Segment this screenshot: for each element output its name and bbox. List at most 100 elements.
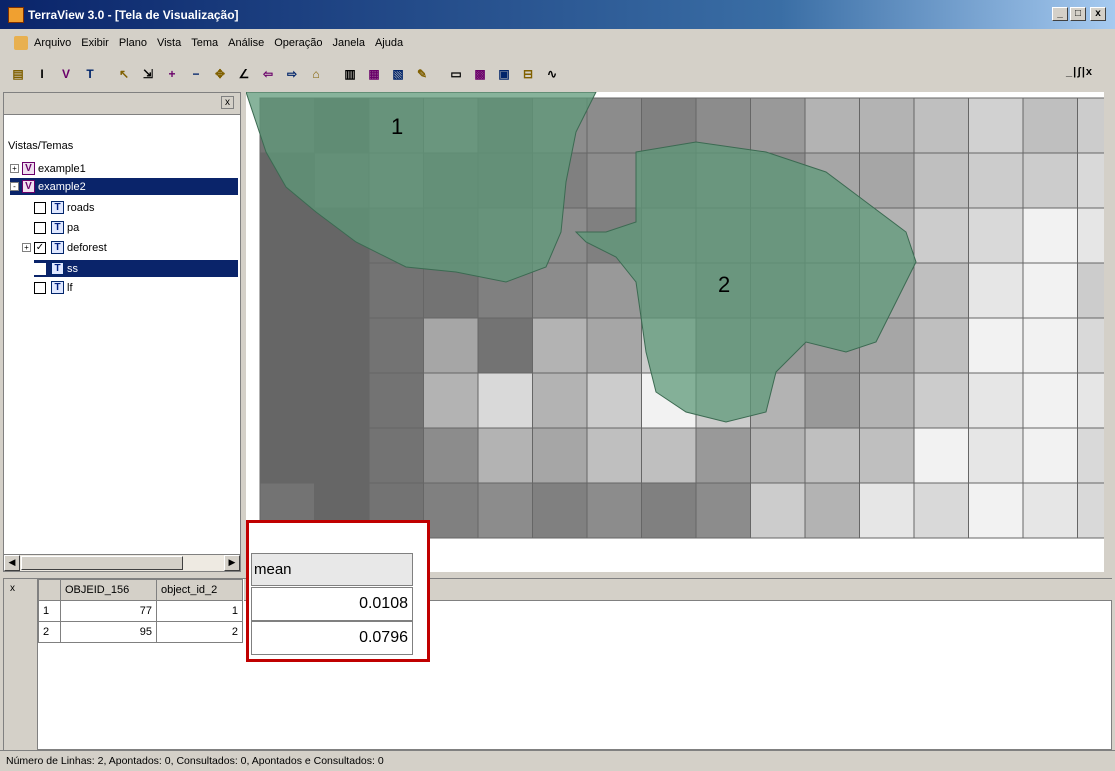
menu-janela[interactable]: Janela [333, 37, 365, 49]
grid-cell [641, 482, 697, 539]
tree-theme-lf[interactable]: T lf [34, 279, 73, 296]
grid-cell [1077, 97, 1104, 154]
grid-cell [532, 482, 588, 539]
chart-icon[interactable]: ▦ [364, 64, 384, 84]
grid-cell [968, 152, 1024, 209]
grid-cell [1022, 262, 1078, 319]
theme-checkbox[interactable]: ✓ [34, 241, 46, 254]
tree-theme-ss[interactable]: ✓ T ss [34, 260, 238, 277]
grid-cell [259, 262, 315, 319]
minimize-button[interactable]: _ [1052, 7, 1068, 21]
menu-plano[interactable]: Plano [119, 37, 147, 49]
row-number: 1 [38, 600, 61, 622]
forward-icon[interactable]: ⇨ [282, 64, 302, 84]
menu-exibir[interactable]: Exibir [81, 37, 109, 49]
expand-icon[interactable]: + [22, 243, 31, 252]
scroll-right-icon[interactable]: ▶ [224, 555, 240, 571]
row-number-header [38, 579, 61, 601]
grid-cell [477, 372, 533, 429]
edit-icon[interactable]: ✎ [412, 64, 432, 84]
title-bar: TerraView 3.0 - [Tela de Visualização] _… [0, 0, 1115, 29]
theme-checkbox[interactable]: ✓ [34, 262, 46, 275]
back-icon[interactable]: ⇦ [258, 64, 278, 84]
menu-tema[interactable]: Tema [191, 37, 218, 49]
grid-cell [368, 372, 424, 429]
menu-arquivo[interactable]: Arquivo [34, 37, 71, 49]
theme-checkbox[interactable] [34, 201, 46, 214]
collapse-icon[interactable]: - [10, 182, 19, 191]
theme-icon: T [51, 241, 64, 254]
views-panel: x Vistas/Temas + V example1 - V example2… [3, 92, 241, 572]
draw-icon[interactable]: ∠ [234, 64, 254, 84]
table-header-row: OBJEID_156 object_id_2 [38, 579, 243, 601]
line-icon[interactable]: ⊟ [518, 64, 538, 84]
theme-label: lf [67, 281, 73, 294]
view-icon: V [22, 162, 35, 175]
grid-cell [913, 97, 969, 154]
scroll-left-icon[interactable]: ◀ [4, 555, 20, 571]
grid-cell [314, 372, 370, 429]
map-canvas[interactable]: 12 [246, 92, 1104, 572]
maximize-button[interactable]: □ [1070, 7, 1086, 21]
query-icon[interactable]: ▧ [388, 64, 408, 84]
view-icon: V [22, 180, 35, 193]
table-icon[interactable]: ▥ [340, 64, 360, 84]
tree-theme-pa[interactable]: T pa [34, 219, 79, 236]
panel-close-button[interactable]: x [221, 96, 234, 109]
theme-checkbox[interactable] [34, 221, 46, 234]
tree-theme-deforest[interactable]: + ✓ T deforest [22, 239, 107, 256]
close-button[interactable]: x [1090, 7, 1106, 21]
theme-checkbox[interactable] [34, 281, 46, 294]
zoom-in-icon[interactable]: + [162, 64, 182, 84]
view-label: example1 [38, 162, 86, 175]
table-row[interactable]: 2 95 2 [38, 621, 243, 643]
grid-cell [804, 427, 860, 484]
info-icon[interactable]: I [32, 64, 52, 84]
zoom-area-icon[interactable]: ⇲ [138, 64, 158, 84]
layout-icon[interactable]: ▭ [446, 64, 466, 84]
tree-theme-roads[interactable]: T roads [34, 199, 95, 216]
map-svg[interactable]: 12 [246, 92, 1104, 572]
grid-cell [368, 427, 424, 484]
grid-cell [968, 317, 1024, 374]
grid-cell [1077, 372, 1104, 429]
grid-cell [1022, 207, 1078, 264]
table-row[interactable]: 1 77 1 [38, 600, 243, 622]
pointer-icon[interactable]: ↖ [114, 64, 134, 84]
grid-icon[interactable]: ▩ [470, 64, 490, 84]
tree-view-example1[interactable]: + V example1 [10, 160, 86, 177]
tree-view-example2[interactable]: - V example2 [10, 178, 238, 195]
grid-cell [750, 427, 806, 484]
view-icon[interactable]: V [56, 64, 76, 84]
zoom-out-icon[interactable]: − [186, 64, 206, 84]
menu-vista[interactable]: Vista [157, 37, 181, 49]
scroll-thumb[interactable] [21, 556, 183, 570]
grid-cell [913, 317, 969, 374]
grid-cell [259, 427, 315, 484]
expand-icon[interactable]: + [10, 164, 19, 173]
graph-icon[interactable]: ∿ [542, 64, 562, 84]
menu-ajuda[interactable]: Ajuda [375, 37, 403, 49]
grid-cell [913, 207, 969, 264]
grid-cell [314, 317, 370, 374]
menu-analise[interactable]: Análise [228, 37, 264, 49]
database-icon[interactable]: ▤ [8, 64, 28, 84]
grid-cell [423, 427, 479, 484]
column-header-objeid[interactable]: OBJEID_156 [60, 579, 157, 601]
grid-cell [913, 152, 969, 209]
table-close-button[interactable]: x [6, 583, 19, 596]
grid-cell [750, 482, 806, 539]
grid-cell [968, 262, 1024, 319]
pan-icon[interactable]: ✥ [210, 64, 230, 84]
column-header-mean[interactable]: mean [251, 553, 413, 586]
window-icon[interactable]: ▣ [494, 64, 514, 84]
column-header-object-id[interactable]: object_id_2 [156, 579, 243, 601]
menu-operacao[interactable]: Operação [274, 37, 322, 49]
home-icon[interactable]: ⌂ [306, 64, 326, 84]
theme-icon[interactable]: T [80, 64, 100, 84]
grid-cell [1022, 317, 1078, 374]
horizontal-scrollbar[interactable]: ◀ ▶ [4, 554, 240, 571]
cell-objeid: 77 [60, 600, 157, 622]
theme-label: roads [67, 201, 95, 214]
grid-cell [423, 317, 479, 374]
